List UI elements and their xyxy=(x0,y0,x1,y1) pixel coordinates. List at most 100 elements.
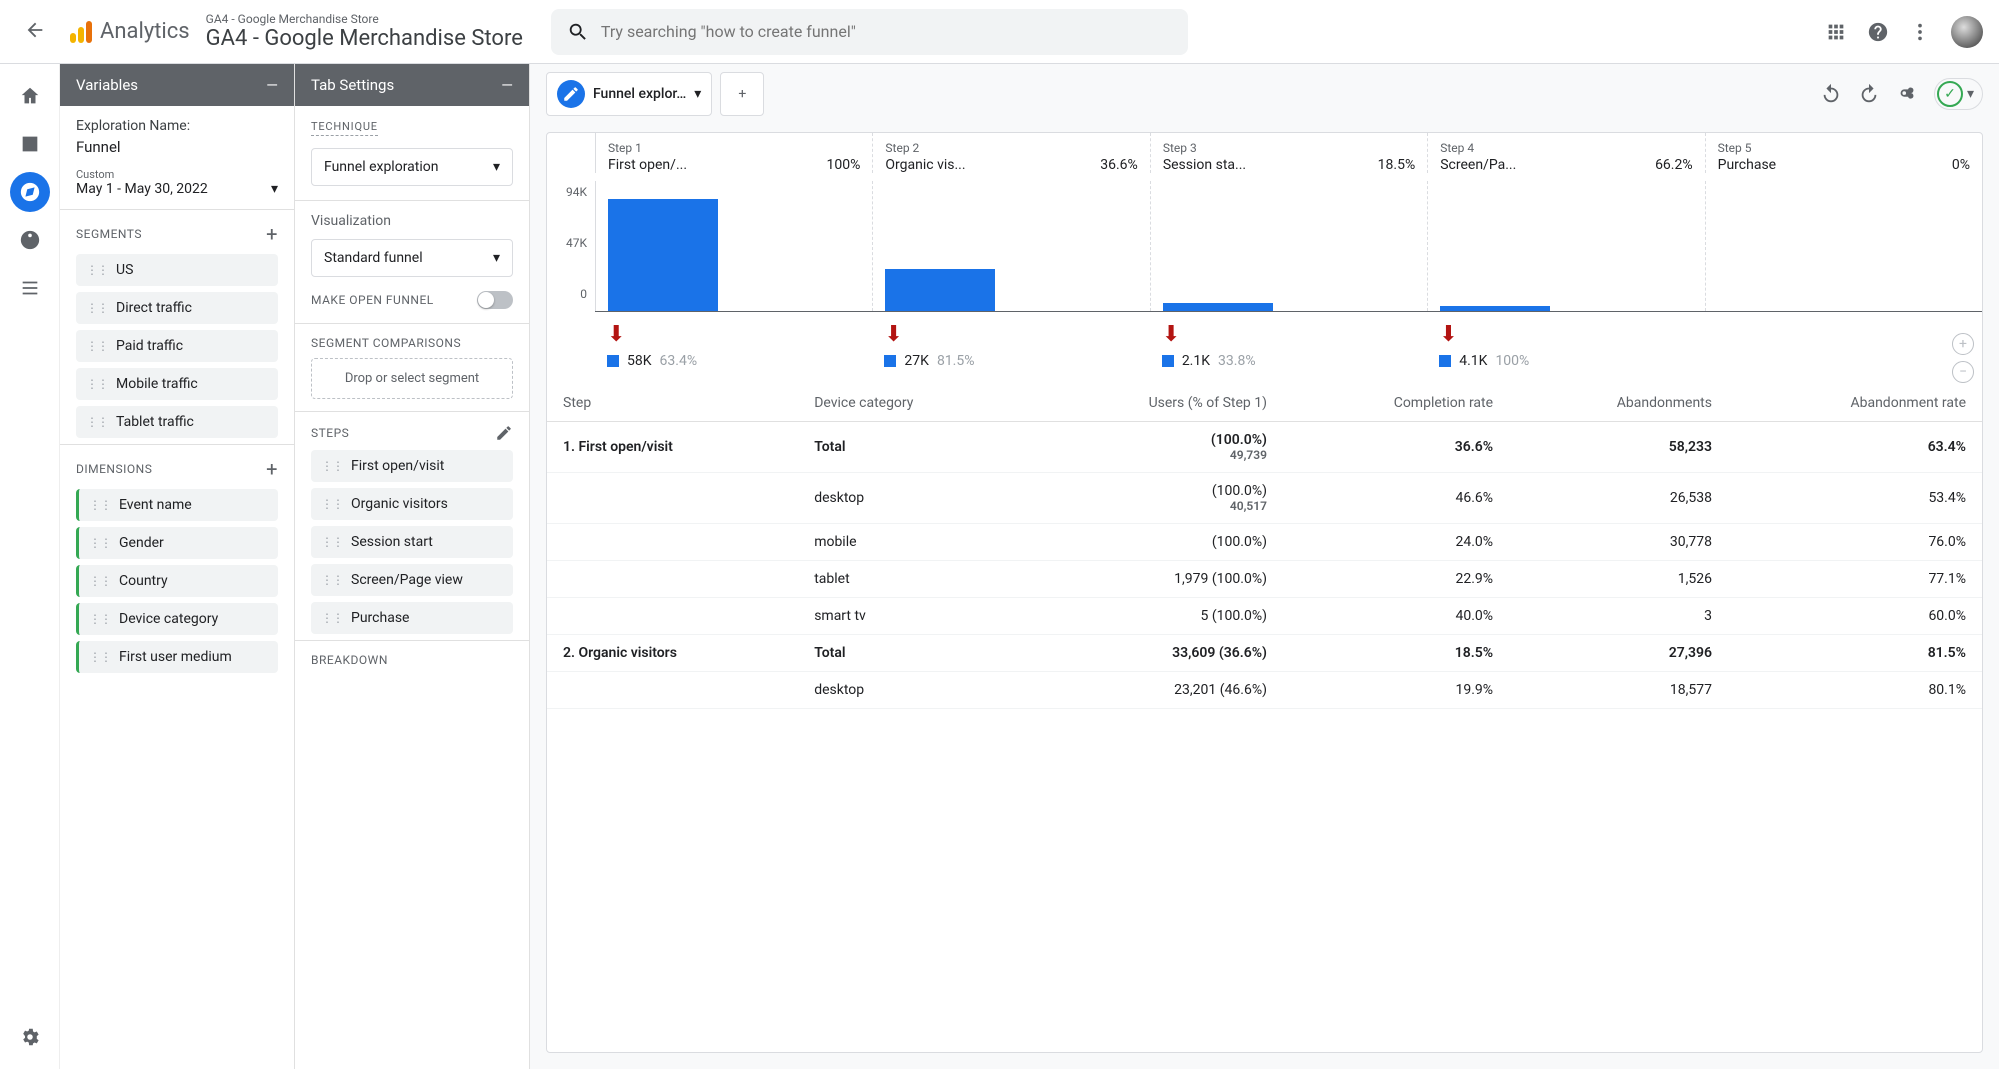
avatar[interactable] xyxy=(1951,16,1983,48)
table-header[interactable]: Abandonments xyxy=(1509,385,1728,422)
drag-handle-icon[interactable]: ⋮⋮ xyxy=(89,612,111,626)
chevron-down-icon[interactable]: ▾ xyxy=(1967,86,1974,102)
zoom-out-icon[interactable]: − xyxy=(1952,361,1974,383)
funnel-dropoff: ⬇2.1K33.8% xyxy=(1150,318,1427,379)
search-input[interactable] xyxy=(601,22,1172,41)
funnel-bar xyxy=(1705,181,1982,311)
edit-steps-icon[interactable] xyxy=(495,424,513,442)
table-header[interactable]: Completion rate xyxy=(1283,385,1509,422)
table-row: 1. First open/visitTotal(100.0%)49,73936… xyxy=(547,422,1982,473)
funnel-card: Step 1First open/...100%Step 2Organic vi… xyxy=(546,132,1983,1053)
date-range-picker[interactable]: May 1 - May 30, 2022 ▾ xyxy=(76,181,278,197)
table-row: mobile(100.0%)24.0%30,77876.0% xyxy=(547,524,1982,561)
segment-chip[interactable]: ⋮⋮Tablet traffic xyxy=(76,406,278,438)
add-dimension-icon[interactable]: + xyxy=(266,457,278,481)
drag-handle-icon[interactable]: ⋮⋮ xyxy=(89,574,111,588)
visualization-dropdown[interactable]: Standard funnel ▾ xyxy=(311,239,513,277)
segment-drop-target[interactable]: Drop or select segment xyxy=(311,358,513,399)
table-row: desktop(100.0%)40,51746.6%26,53853.4% xyxy=(547,473,1982,524)
dimension-chip[interactable]: ⋮⋮Gender xyxy=(76,527,278,559)
step-chip[interactable]: ⋮⋮First open/visit xyxy=(311,450,513,482)
funnel-step-header: Step 1First open/...100% xyxy=(595,133,872,173)
funnel-bar xyxy=(872,181,1149,311)
add-tab-button[interactable]: + xyxy=(720,72,764,116)
nav-reports-icon[interactable] xyxy=(10,124,50,164)
nav-home-icon[interactable] xyxy=(10,76,50,116)
table-header[interactable]: Device category xyxy=(798,385,1024,422)
dimension-chip[interactable]: ⋮⋮Device category xyxy=(76,603,278,635)
nav-advertising-icon[interactable] xyxy=(10,220,50,260)
nav-admin-icon[interactable] xyxy=(10,1017,50,1057)
chevron-down-icon: ▾ xyxy=(493,250,500,266)
property-main-title: GA4 - Google Merchandise Store xyxy=(206,26,523,51)
share-icon[interactable] xyxy=(1896,83,1918,105)
search-box[interactable] xyxy=(551,9,1188,55)
drag-handle-icon[interactable]: ⋮⋮ xyxy=(86,263,108,277)
drag-handle-icon[interactable]: ⋮⋮ xyxy=(89,498,111,512)
tabsettings-header: Tab Settings — xyxy=(295,64,529,106)
drag-handle-icon[interactable]: ⋮⋮ xyxy=(86,415,108,429)
series-color-icon xyxy=(884,355,896,367)
chart-y-axis: 94K 47K 0 xyxy=(547,181,595,301)
drag-handle-icon[interactable]: ⋮⋮ xyxy=(321,497,343,511)
funnel-table: StepDevice categoryUsers (% of Step 1)Co… xyxy=(547,385,1982,709)
tabsettings-title: Tab Settings xyxy=(311,76,394,94)
funnel-bar xyxy=(595,181,872,311)
exploration-name-value[interactable]: Funnel xyxy=(76,138,278,156)
step-chip[interactable]: ⋮⋮Screen/Page view xyxy=(311,564,513,596)
breakdown-label: BREAKDOWN xyxy=(311,653,513,667)
variables-title: Variables xyxy=(76,76,138,94)
drag-handle-icon[interactable]: ⋮⋮ xyxy=(86,377,108,391)
redo-icon[interactable] xyxy=(1858,83,1880,105)
edit-tab-icon xyxy=(557,80,585,108)
table-header[interactable]: Step xyxy=(547,385,798,422)
chevron-down-icon: ▾ xyxy=(271,181,278,197)
chevron-down-icon[interactable]: ▾ xyxy=(694,86,701,102)
drag-handle-icon[interactable]: ⋮⋮ xyxy=(321,611,343,625)
technique-dropdown[interactable]: Funnel exploration ▾ xyxy=(311,148,513,186)
nav-configure-icon[interactable] xyxy=(10,268,50,308)
undo-icon[interactable] xyxy=(1820,83,1842,105)
drag-handle-icon[interactable]: ⋮⋮ xyxy=(89,650,111,664)
dimension-chip[interactable]: ⋮⋮First user medium xyxy=(76,641,278,673)
table-header[interactable]: Users (% of Step 1) xyxy=(1024,385,1283,422)
drag-handle-icon[interactable]: ⋮⋮ xyxy=(89,536,111,550)
funnel-dropoff xyxy=(1705,318,1982,379)
table-row: desktop23,201 (46.6%)19.9%18,57780.1% xyxy=(547,672,1982,709)
help-icon[interactable] xyxy=(1867,21,1889,43)
step-chip[interactable]: ⋮⋮Organic visitors xyxy=(311,488,513,520)
dimension-chip[interactable]: ⋮⋮Event name xyxy=(76,489,278,521)
segment-chip[interactable]: ⋮⋮Mobile traffic xyxy=(76,368,278,400)
search-icon xyxy=(567,21,589,43)
add-segment-icon[interactable]: + xyxy=(266,222,278,246)
collapse-tabsettings-icon[interactable]: — xyxy=(501,76,513,94)
funnel-dropoff: ⬇27K81.5% xyxy=(872,318,1149,379)
variables-header: Variables — xyxy=(60,64,294,106)
drag-handle-icon[interactable]: ⋮⋮ xyxy=(321,535,343,549)
back-button[interactable] xyxy=(16,11,54,53)
drag-handle-icon[interactable]: ⋮⋮ xyxy=(86,301,108,315)
logo[interactable]: Analytics xyxy=(70,19,190,44)
segment-chip[interactable]: ⋮⋮US xyxy=(76,254,278,286)
drag-handle-icon[interactable]: ⋮⋮ xyxy=(86,339,108,353)
nav-explore-icon[interactable] xyxy=(10,172,50,212)
more-icon[interactable] xyxy=(1909,21,1931,43)
table-header[interactable]: Abandonment rate xyxy=(1728,385,1982,422)
apps-icon[interactable] xyxy=(1825,21,1847,43)
series-color-icon xyxy=(1439,355,1451,367)
drag-handle-icon[interactable]: ⋮⋮ xyxy=(321,573,343,587)
step-chip[interactable]: ⋮⋮Session start xyxy=(311,526,513,558)
property-title[interactable]: GA4 - Google Merchandise Store GA4 - Goo… xyxy=(206,12,523,51)
drag-handle-icon[interactable]: ⋮⋮ xyxy=(321,459,343,473)
open-funnel-toggle[interactable] xyxy=(477,291,513,309)
dimension-chip[interactable]: ⋮⋮Country xyxy=(76,565,278,597)
top-header: Analytics GA4 - Google Merchandise Store… xyxy=(0,0,1999,64)
segment-chip[interactable]: ⋮⋮Direct traffic xyxy=(76,292,278,324)
header-actions xyxy=(1825,16,1983,48)
exploration-tab[interactable]: Funnel explor… ▾ xyxy=(546,72,712,116)
zoom-in-icon[interactable]: + xyxy=(1952,333,1974,355)
funnel-step-header: Step 5Purchase0% xyxy=(1705,133,1982,173)
step-chip[interactable]: ⋮⋮Purchase xyxy=(311,602,513,634)
segment-chip[interactable]: ⋮⋮Paid traffic xyxy=(76,330,278,362)
collapse-variables-icon[interactable]: — xyxy=(266,76,278,94)
